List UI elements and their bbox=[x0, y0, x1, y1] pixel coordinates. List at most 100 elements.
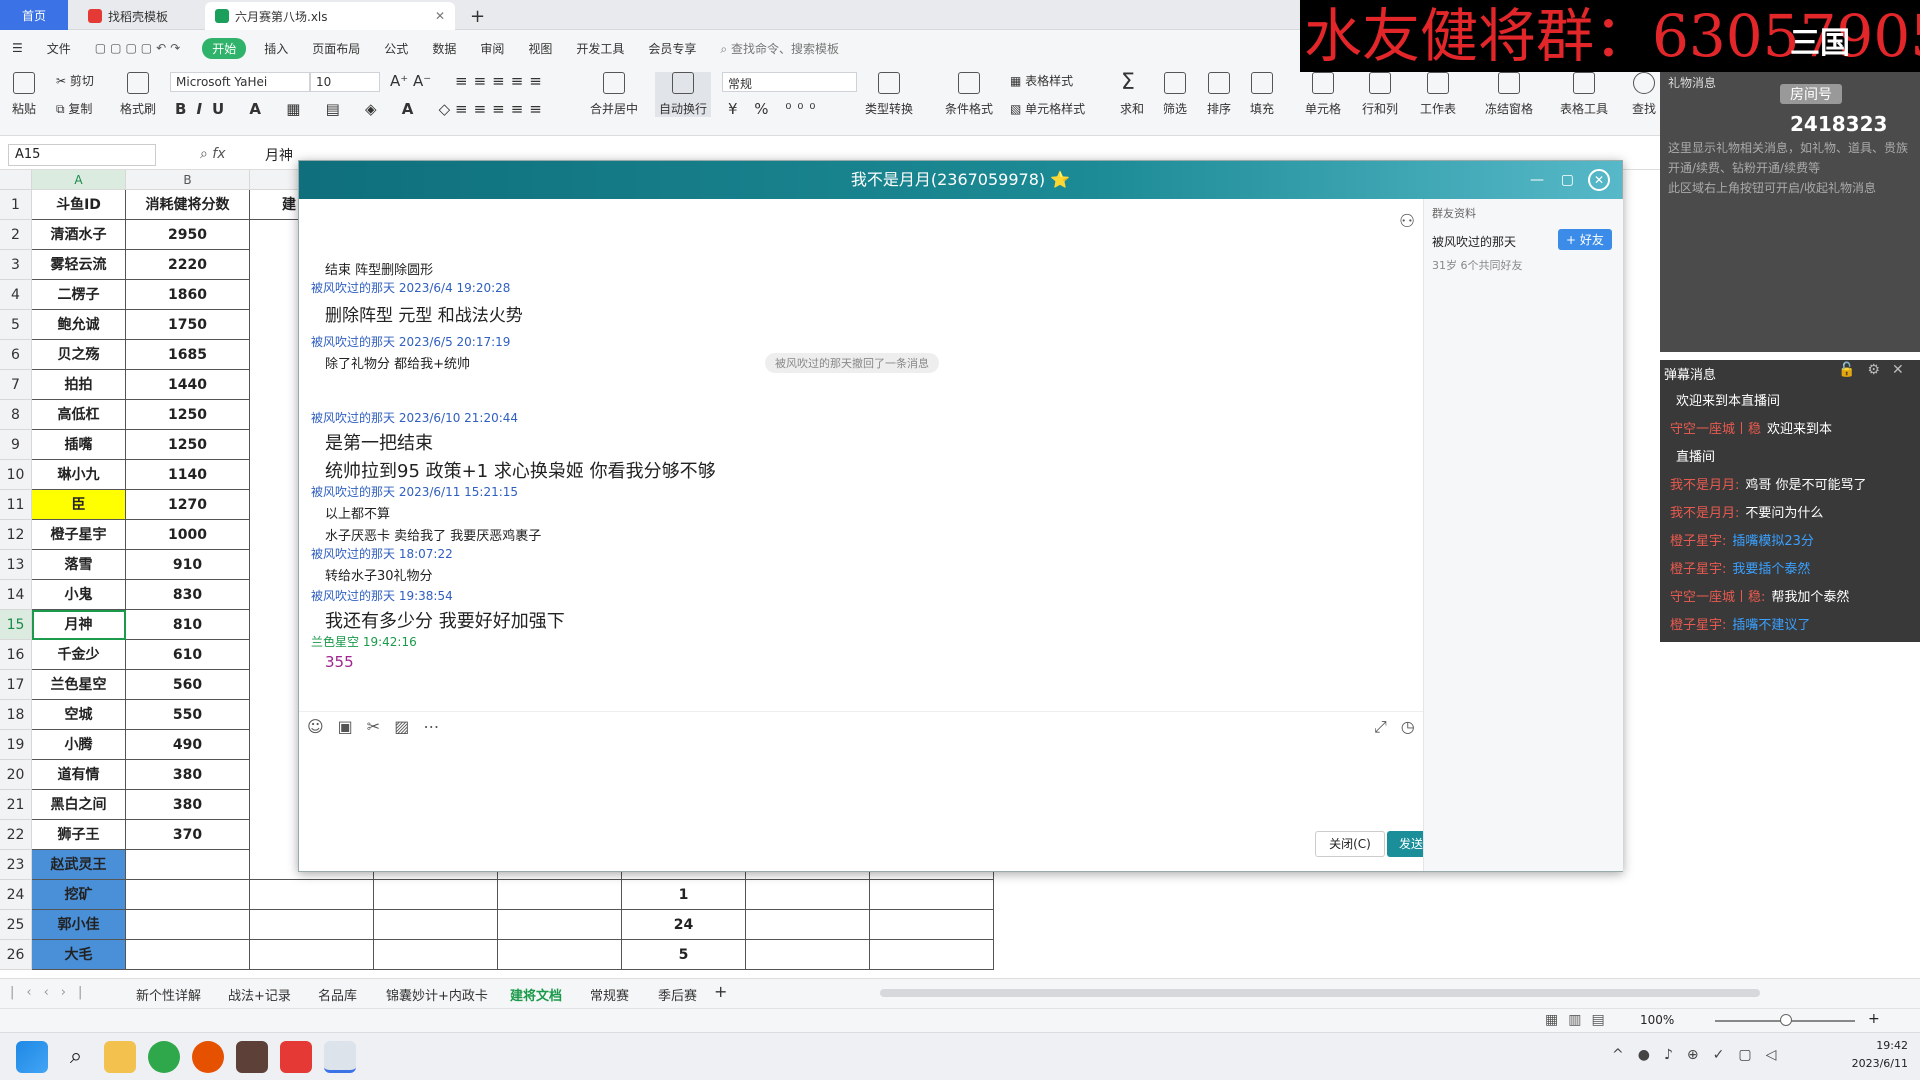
cell-grid[interactable] bbox=[374, 910, 498, 940]
cell-button[interactable]: 单元格 bbox=[1305, 72, 1341, 117]
cell-a[interactable]: 兰色星空 bbox=[32, 670, 126, 700]
font-size-select[interactable]: 10 bbox=[310, 72, 380, 92]
sheet-nav-icons[interactable]: |‹‹›| bbox=[10, 985, 94, 1000]
cell-b[interactable]: 1860 bbox=[126, 280, 250, 310]
cell-b[interactable]: 380 bbox=[126, 790, 250, 820]
row-header[interactable]: 18 bbox=[0, 700, 32, 730]
cell-style-button[interactable]: ▧ 单元格样式 bbox=[1010, 100, 1085, 117]
close-icon[interactable]: ✕ bbox=[1588, 169, 1610, 191]
cell-b[interactable]: 490 bbox=[126, 730, 250, 760]
cell-b[interactable]: 610 bbox=[126, 640, 250, 670]
cell-grid[interactable] bbox=[746, 880, 870, 910]
table-tools-button[interactable]: 表格工具 bbox=[1560, 72, 1608, 117]
cell-a[interactable]: 高低杠 bbox=[32, 400, 126, 430]
cell-a[interactable]: 月神 bbox=[32, 610, 126, 640]
number-icons[interactable]: ¥ % ⁰⁰⁰ bbox=[728, 100, 821, 118]
qq-icon[interactable] bbox=[324, 1041, 356, 1073]
row-header[interactable]: 1 bbox=[0, 190, 32, 220]
sheet-tab-4[interactable]: 锦囊妙计+内政卡 bbox=[386, 985, 488, 1004]
cell-grid[interactable]: 1 bbox=[622, 880, 746, 910]
cell-grid[interactable] bbox=[870, 880, 994, 910]
cell-a[interactable]: 黑白之间 bbox=[32, 790, 126, 820]
cell-a[interactable]: 郭小佳 bbox=[32, 910, 126, 940]
cell-a[interactable]: 小鬼 bbox=[32, 580, 126, 610]
row-header[interactable]: 12 bbox=[0, 520, 32, 550]
cell-a[interactable]: 大毛 bbox=[32, 940, 126, 970]
cell-grid[interactable] bbox=[746, 910, 870, 940]
cell-b[interactable] bbox=[126, 910, 250, 940]
cut-button[interactable]: ✂ 剪切 bbox=[56, 72, 94, 89]
cell-grid[interactable] bbox=[498, 880, 622, 910]
menu-review[interactable]: 审阅 bbox=[468, 40, 516, 57]
zoom-slider-handle[interactable] bbox=[1780, 1014, 1792, 1026]
menu-vip[interactable]: 会员专享 bbox=[636, 40, 708, 57]
cell-b[interactable]: 2950 bbox=[126, 220, 250, 250]
quick-access-icons[interactable]: ▢▢▢▢↶↷ bbox=[83, 41, 196, 55]
cell-a[interactable]: 臣 bbox=[32, 490, 126, 520]
message-input[interactable] bbox=[303, 743, 1413, 813]
font-name-select[interactable]: Microsoft YaHei bbox=[170, 72, 310, 92]
windows-start-icon[interactable] bbox=[16, 1041, 48, 1073]
cell-b[interactable]: 380 bbox=[126, 760, 250, 790]
maximize-icon[interactable]: ▢ bbox=[1561, 161, 1574, 199]
menu-layout[interactable]: 页面布局 bbox=[300, 40, 372, 57]
cell-grid[interactable] bbox=[250, 910, 374, 940]
rowcol-button[interactable]: 行和列 bbox=[1362, 72, 1398, 117]
sheet-tab-2[interactable]: 战法+记录 bbox=[228, 985, 291, 1004]
corner-header[interactable] bbox=[0, 170, 32, 190]
cell-b[interactable]: 1685 bbox=[126, 340, 250, 370]
filter-button[interactable]: 筛选 bbox=[1163, 72, 1187, 117]
table-style-button[interactable]: ▦ 表格样式 bbox=[1010, 72, 1073, 89]
message-text[interactable]: 统帅拉到95 政策+1 求心换枭姬 你看我分够不够 bbox=[325, 457, 716, 483]
menu-insert[interactable]: 插入 bbox=[252, 40, 300, 57]
sheet-tab-3[interactable]: 名品库 bbox=[318, 985, 357, 1004]
cell-a[interactable]: 赵武灵王 bbox=[32, 850, 126, 880]
format-painter-button[interactable]: 格式刷 bbox=[120, 72, 156, 117]
add-friend-button[interactable]: + 好友 bbox=[1558, 229, 1612, 250]
align-icons[interactable]: ≡≡≡≡≡ bbox=[455, 72, 548, 90]
row-header[interactable]: 19 bbox=[0, 730, 32, 760]
message-text[interactable]: 水子厌恶卡 卖给我了 我要厌恶鸡裹子 bbox=[325, 525, 541, 544]
tab-template[interactable]: 找稻壳模板 bbox=[78, 2, 178, 30]
menu-formula[interactable]: 公式 bbox=[372, 40, 420, 57]
row-header[interactable]: 4 bbox=[0, 280, 32, 310]
cell-grid[interactable] bbox=[374, 940, 498, 970]
search-icon[interactable]: ⌕ bbox=[60, 1041, 92, 1073]
cell-grid[interactable] bbox=[374, 880, 498, 910]
tab-home[interactable]: 首页 bbox=[0, 0, 68, 30]
tab-spreadsheet[interactable]: 六月赛第八场.xls ✕ bbox=[205, 2, 455, 30]
cell-b[interactable]: 1250 bbox=[126, 430, 250, 460]
type-convert-button[interactable]: 类型转换 bbox=[865, 72, 913, 117]
cell-grid[interactable] bbox=[870, 910, 994, 940]
row-header[interactable]: 9 bbox=[0, 430, 32, 460]
cell-a[interactable]: 雾轻云流 bbox=[32, 250, 126, 280]
row-header[interactable]: 6 bbox=[0, 340, 32, 370]
input-toolbar-icons[interactable]: ☺▣✂▨⋯ bbox=[307, 717, 453, 736]
message-text[interactable]: 转给水子30礼物分 bbox=[325, 565, 433, 584]
cell-b[interactable]: 370 bbox=[126, 820, 250, 850]
danmu-control-icons[interactable]: 🔓⚙✕ bbox=[1838, 362, 1916, 378]
cell-a[interactable]: 贝之殇 bbox=[32, 340, 126, 370]
row-header[interactable]: 7 bbox=[0, 370, 32, 400]
cell-b[interactable] bbox=[126, 880, 250, 910]
row-header[interactable]: 3 bbox=[0, 250, 32, 280]
row-header[interactable]: 2 bbox=[0, 220, 32, 250]
sort-button[interactable]: 排序 bbox=[1207, 72, 1231, 117]
cell-a[interactable]: 千金少 bbox=[32, 640, 126, 670]
cell-a[interactable]: 空城 bbox=[32, 700, 126, 730]
cell-grid[interactable]: 5 bbox=[622, 940, 746, 970]
message-text[interactable]: 355 bbox=[325, 653, 354, 671]
cell-grid[interactable] bbox=[870, 940, 994, 970]
cell-grid[interactable] bbox=[498, 940, 622, 970]
cell-a[interactable]: 插嘴 bbox=[32, 430, 126, 460]
menu-data[interactable]: 数据 bbox=[420, 40, 468, 57]
worksheet-button[interactable]: 工作表 bbox=[1420, 72, 1456, 117]
search-command[interactable]: ⌕ 查找命令、搜索模板 bbox=[708, 40, 851, 57]
cell-a[interactable]: 清酒水子 bbox=[32, 220, 126, 250]
row-header[interactable]: 8 bbox=[0, 400, 32, 430]
fill-button[interactable]: 填充 bbox=[1250, 72, 1274, 117]
align-icons-2[interactable]: ≡≡≡≡≡ bbox=[455, 100, 548, 118]
app-green-icon[interactable] bbox=[148, 1041, 180, 1073]
close-icon[interactable]: ✕ bbox=[435, 9, 445, 23]
zoom-level[interactable]: 100% bbox=[1640, 1013, 1674, 1027]
